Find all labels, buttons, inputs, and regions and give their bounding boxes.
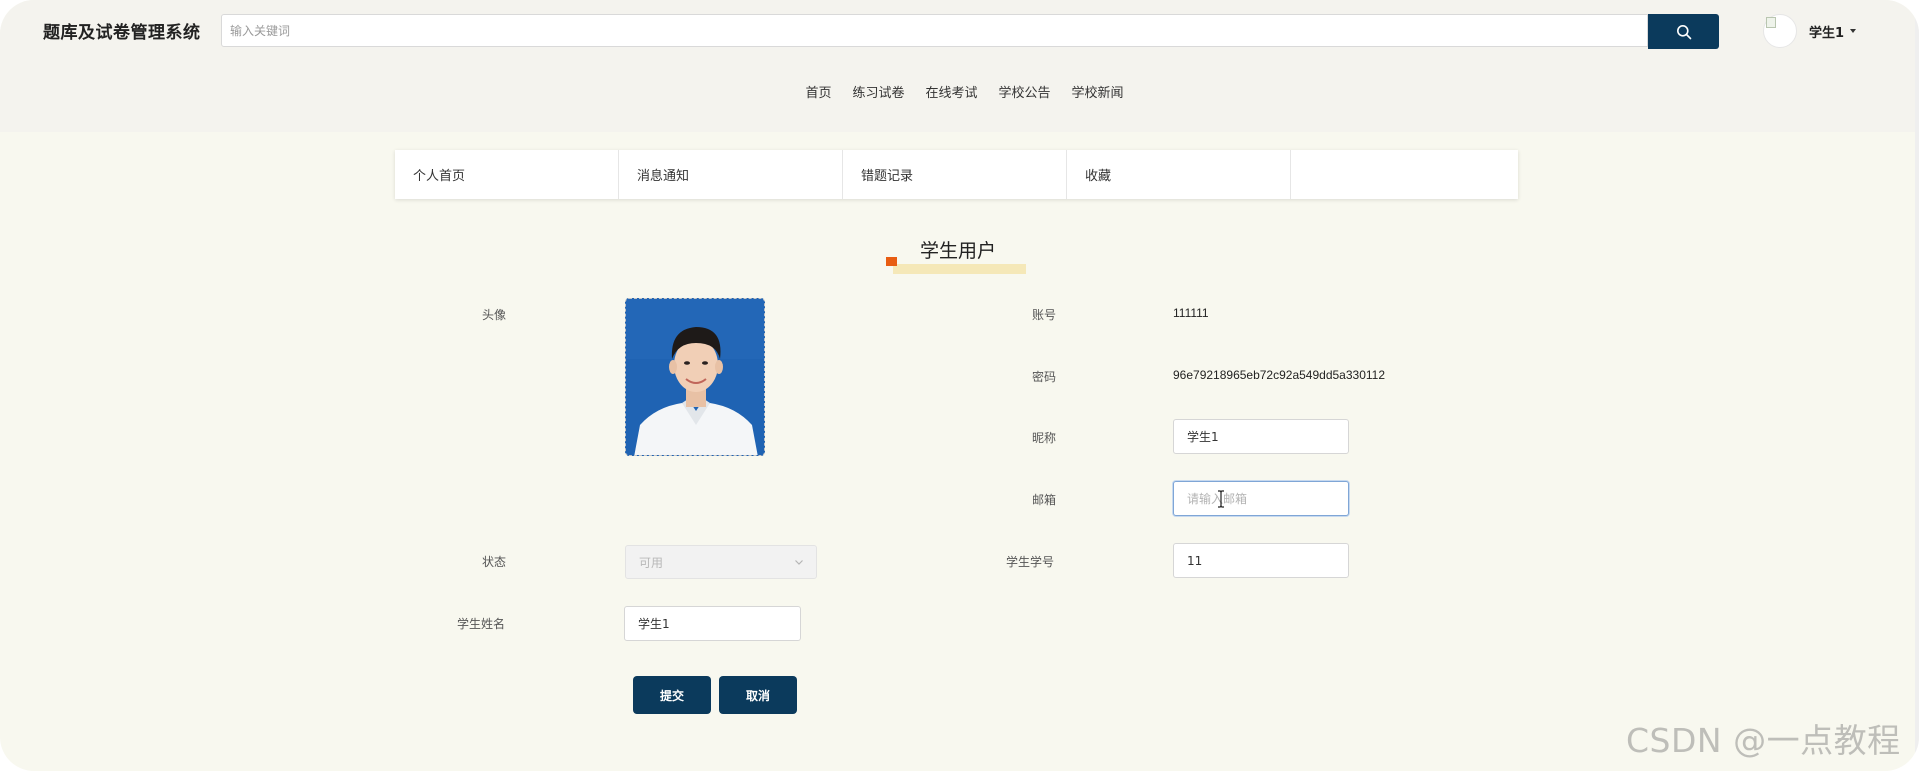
scrollbar-track[interactable] bbox=[1915, 0, 1919, 771]
header: 题库及试卷管理系统 学生1 首页 练习试卷 在线考试 学校公告 学校新闻 bbox=[0, 0, 1919, 132]
status-label: 状态 bbox=[482, 555, 507, 569]
status-value: 可用 bbox=[639, 555, 664, 570]
nav-item-home[interactable]: 首页 bbox=[805, 82, 831, 101]
cancel-button[interactable]: 取消 bbox=[719, 676, 797, 714]
nav-item-exam[interactable]: 在线考试 bbox=[925, 82, 977, 101]
student-name-input[interactable] bbox=[625, 607, 800, 640]
title-underline bbox=[893, 264, 1026, 274]
avatar-photo-image bbox=[626, 299, 764, 455]
sub-nav-wrong-answers[interactable]: 错题记录 bbox=[843, 150, 1067, 199]
chevron-down-icon bbox=[1850, 29, 1857, 33]
student-name-label: 学生姓名 bbox=[457, 617, 506, 631]
submit-button[interactable]: 提交 bbox=[633, 676, 711, 714]
email-label: 邮箱 bbox=[1032, 493, 1057, 507]
student-no-input[interactable] bbox=[1174, 544, 1348, 577]
sub-nav-messages[interactable]: 消息通知 bbox=[619, 150, 843, 199]
title-accent-mark bbox=[886, 257, 897, 266]
student-no-label: 学生学号 bbox=[1006, 555, 1055, 569]
account-value: 111111 bbox=[1173, 306, 1209, 320]
nickname-label: 昵称 bbox=[1032, 431, 1057, 445]
email-field-wrapper bbox=[1173, 481, 1349, 516]
nav-item-notice[interactable]: 学校公告 bbox=[999, 82, 1051, 101]
avatar-upload[interactable] bbox=[625, 298, 765, 456]
password-label: 密码 bbox=[1032, 370, 1057, 384]
student-no-field-wrapper bbox=[1173, 543, 1349, 578]
nickname-input[interactable] bbox=[1174, 420, 1348, 453]
user-name: 学生1 bbox=[1809, 25, 1845, 41]
main-nav: 首页 练习试卷 在线考试 学校公告 学校新闻 bbox=[0, 82, 1919, 101]
chevron-down-icon bbox=[795, 560, 803, 565]
avatar-label: 头像 bbox=[482, 308, 507, 322]
sub-nav-profile[interactable]: 个人首页 bbox=[395, 150, 619, 199]
nav-item-news[interactable]: 学校新闻 bbox=[1072, 82, 1124, 101]
sub-nav-favorites[interactable]: 收藏 bbox=[1067, 150, 1291, 199]
search-input[interactable] bbox=[222, 15, 1647, 46]
status-select[interactable]: 可用 bbox=[625, 545, 817, 579]
sub-nav-empty bbox=[1291, 150, 1518, 199]
watermark: CSDN @一点教程 bbox=[1626, 721, 1901, 760]
student-name-field-wrapper bbox=[624, 606, 801, 641]
search-button[interactable] bbox=[1648, 14, 1719, 49]
nav-item-practice[interactable]: 练习试卷 bbox=[852, 82, 904, 101]
email-input[interactable] bbox=[1174, 482, 1348, 515]
password-value: 96e79218965eb72c92a549dd5a330112 bbox=[1173, 368, 1385, 382]
nickname-field-wrapper bbox=[1173, 419, 1349, 454]
page: 题库及试卷管理系统 学生1 首页 练习试卷 在线考试 学校公告 学校新闻 个人首… bbox=[0, 0, 1919, 771]
site-title: 题库及试卷管理系统 bbox=[43, 23, 201, 43]
account-label: 账号 bbox=[1032, 308, 1057, 322]
user-avatar[interactable] bbox=[1763, 14, 1797, 48]
text-cursor-icon bbox=[1218, 490, 1224, 508]
search-icon bbox=[1676, 24, 1691, 39]
section-title: 学生用户 bbox=[920, 240, 997, 262]
search-box bbox=[221, 14, 1648, 47]
sub-nav: 个人首页 消息通知 错题记录 收藏 bbox=[395, 150, 1518, 199]
user-menu[interactable]: 学生1 bbox=[1763, 14, 1857, 48]
